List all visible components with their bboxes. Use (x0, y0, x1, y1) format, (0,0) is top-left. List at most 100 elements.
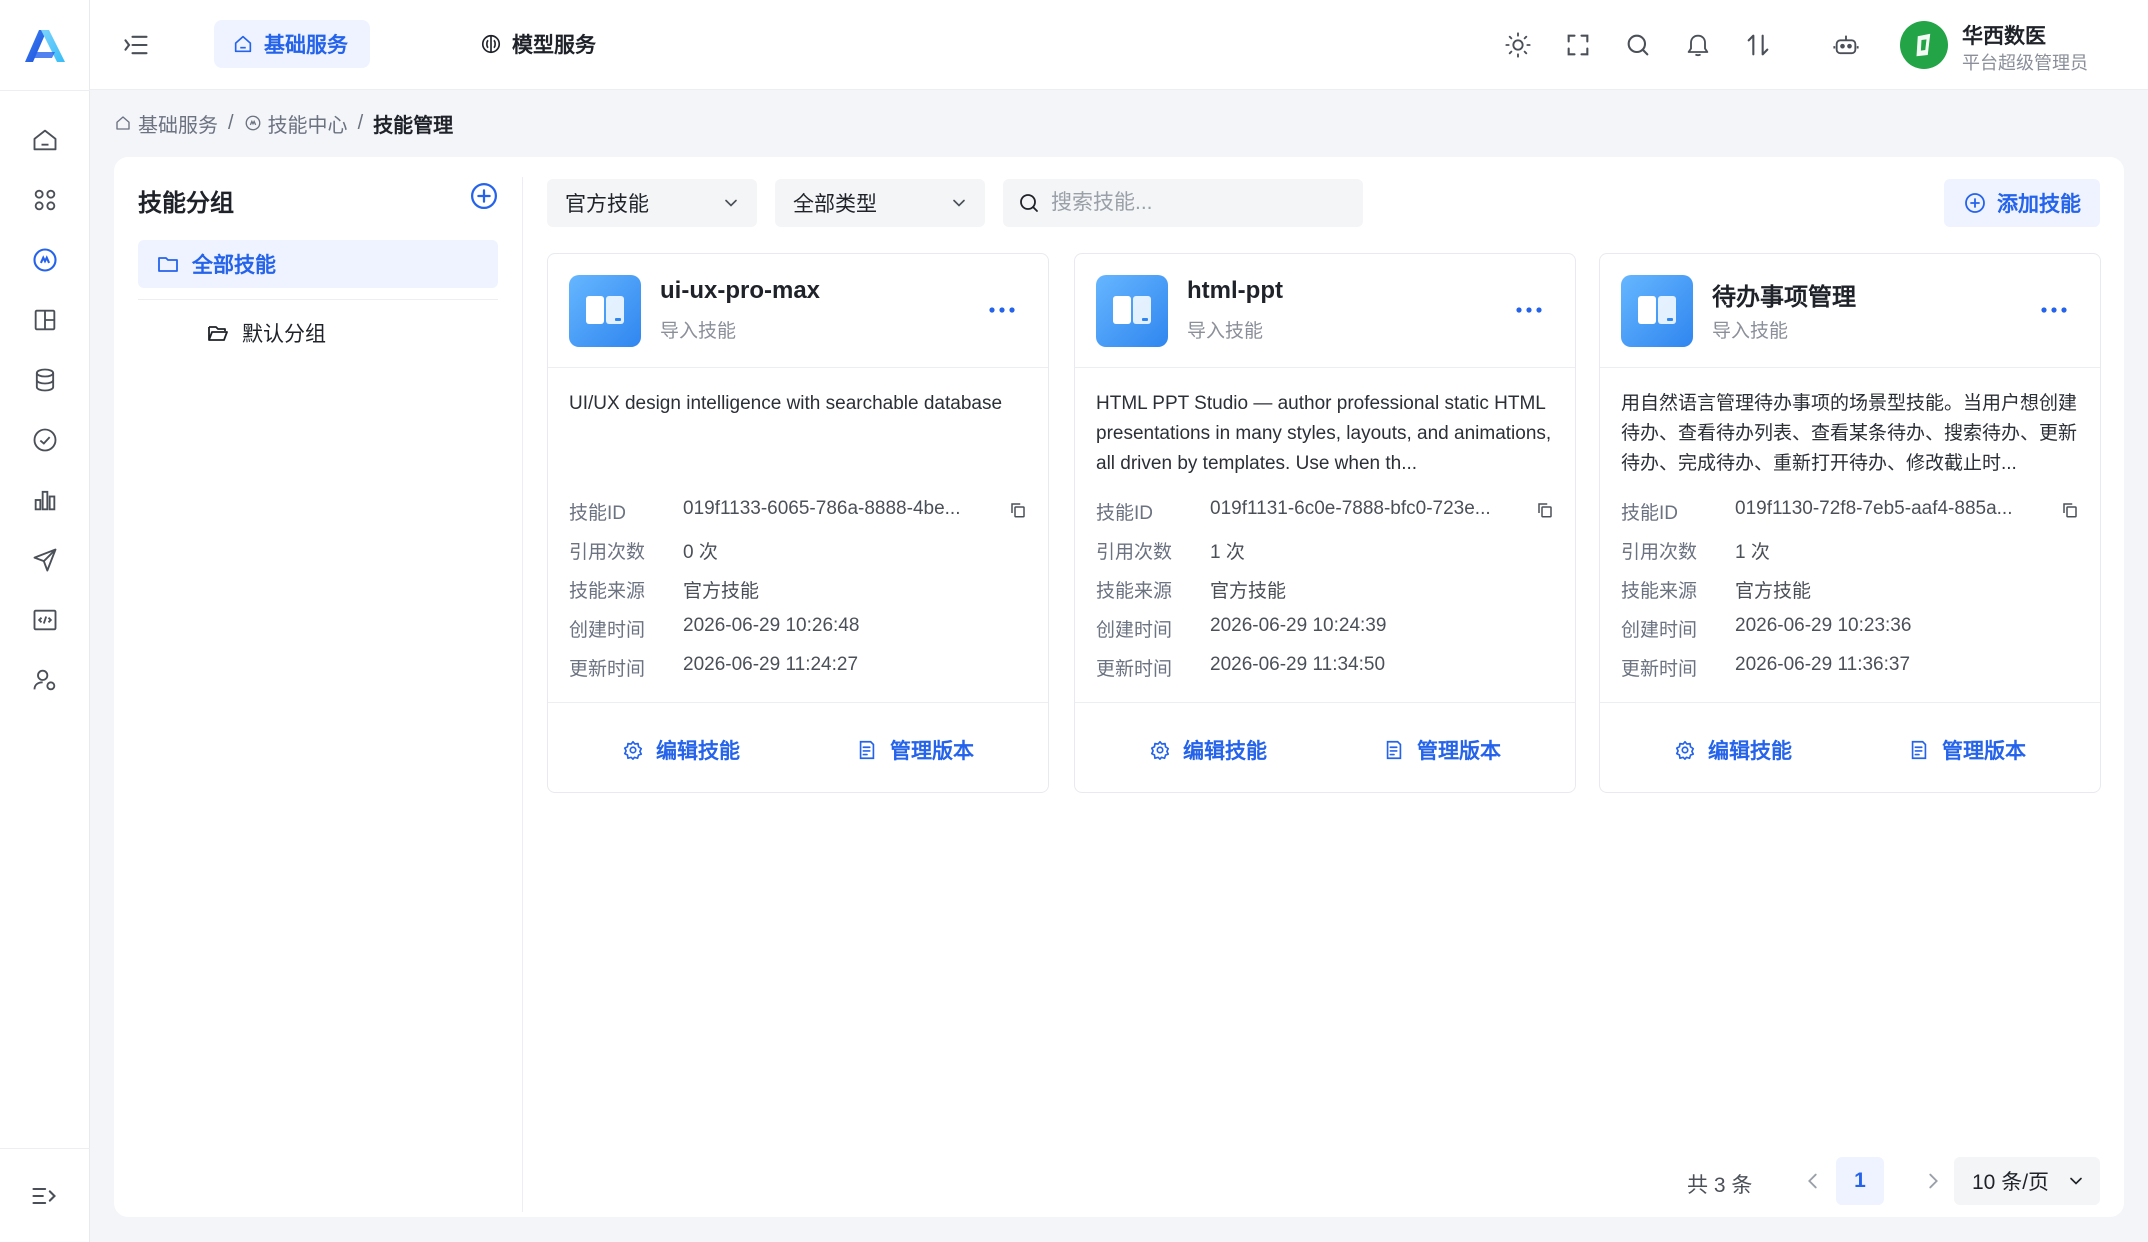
manage-versions-button[interactable]: 管理版本 (856, 732, 974, 768)
meta-label: 更新时间 (569, 659, 646, 680)
skill-description: HTML PPT Studio — author professional st… (1096, 393, 1552, 474)
skill-card[interactable]: ui-ux-pro-max 导入技能 UI/UX design intellig… (547, 253, 1049, 793)
ai-assistant-button[interactable] (1831, 30, 1861, 60)
skill-center-icon (33, 248, 57, 272)
next-page-button[interactable] (1909, 1157, 1957, 1205)
sidebar-item-user-settings[interactable] (0, 650, 90, 710)
gear-icon (1675, 740, 1695, 760)
skill-book-icon (1096, 275, 1168, 347)
group-panel-title: 技能分组 (138, 190, 234, 217)
skill-updated: 2026-06-29 11:34:50 (1210, 654, 1386, 675)
skill-created: 2026-06-29 10:23:36 (1735, 615, 1912, 636)
sidebar-item-skill-center[interactable] (0, 230, 90, 290)
card-divider (548, 367, 1048, 368)
skill-name: 待办事项管理 (1712, 284, 1856, 311)
breadcrumb-separator: / (357, 111, 364, 134)
search-icon (1020, 194, 1038, 212)
sidebar-item-layout[interactable] (0, 290, 90, 350)
group-item-default[interactable]: 默认分组 (138, 309, 498, 357)
select-value: 官方技能 (565, 193, 649, 216)
meta-label: 技能ID (1621, 503, 1679, 524)
tab-basic-services[interactable]: 基础服务 (214, 20, 370, 68)
meta-label: 创建时间 (1096, 620, 1173, 641)
group-item-all-skills[interactable]: 全部技能 (138, 240, 498, 288)
previous-page-button[interactable] (1789, 1157, 1837, 1205)
sidebar-item-tasks[interactable] (0, 410, 90, 470)
collapse-sidebar-icon[interactable] (30, 1182, 58, 1210)
sidebar-item-apps[interactable] (0, 170, 90, 230)
global-search-button[interactable] (1623, 30, 1653, 60)
skill-description: UI/UX design intelligence with searchabl… (569, 393, 1003, 414)
skill-created: 2026-06-29 10:24:39 (1210, 615, 1387, 636)
breadcrumb-label: 基础服务 (138, 114, 218, 137)
add-group-icon[interactable] (469, 181, 499, 211)
sidebar-item-home[interactable] (0, 110, 90, 170)
meta-row-updated: 更新时间 2026-06-29 11:34:50 (1096, 650, 1556, 680)
robot-icon (1833, 35, 1859, 55)
edit-skill-button[interactable]: 编辑技能 (1674, 732, 1792, 768)
breadcrumb-item-basic-services[interactable]: 基础服务 (114, 109, 218, 138)
menu-toggle-icon[interactable] (122, 31, 150, 59)
edit-skill-label: 编辑技能 (1708, 740, 1792, 763)
sidebar-item-stats[interactable] (0, 470, 90, 530)
meta-label: 引用次数 (569, 542, 646, 563)
add-skill-button[interactable]: 添加技能 (1944, 179, 2100, 227)
manage-versions-button[interactable]: 管理版本 (1908, 732, 2026, 768)
sidebar-bottom-divider (0, 1148, 90, 1149)
breadcrumb-separator: / (228, 111, 234, 134)
sidebar-nav (0, 110, 90, 710)
meta-label: 技能来源 (569, 581, 646, 602)
home-icon (234, 35, 252, 53)
tab-label: 基础服务 (264, 34, 348, 57)
card-divider (1600, 367, 2100, 368)
page-size-select[interactable]: 10 条/页 (1954, 1157, 2100, 1205)
card-divider (548, 702, 1048, 703)
theme-toggle-button[interactable] (1503, 30, 1533, 60)
skill-source: 官方技能 (683, 581, 760, 602)
meta-row-source: 技能来源 官方技能 (1096, 572, 1556, 602)
type-filter-select[interactable]: 全部类型 (775, 179, 985, 227)
edit-skill-button[interactable]: 编辑技能 (622, 732, 740, 768)
copy-icon[interactable] (1009, 501, 1027, 519)
more-options-icon[interactable] (1513, 298, 1545, 322)
meta-row-id: 技能ID 019f1130-72f8-7eb5-aaf4-885a... (1621, 494, 2081, 524)
sidebar-item-database[interactable] (0, 350, 90, 410)
gear-icon (623, 740, 643, 760)
skill-refs: 1 次 (1735, 542, 1770, 563)
skill-search-input[interactable] (1051, 191, 1351, 215)
skill-card[interactable]: 待办事项管理 导入技能 用自然语言管理待办事项的场景型技能。当用户想创建待办、查… (1599, 253, 2101, 793)
page-number-button[interactable]: 1 (1836, 1157, 1884, 1205)
sort-button[interactable] (1743, 30, 1773, 60)
tab-model-services[interactable]: 模型服务 (470, 20, 630, 68)
group-divider (138, 299, 498, 300)
meta-label: 更新时间 (1096, 659, 1173, 680)
more-options-icon[interactable] (986, 298, 1018, 322)
meta-label: 技能ID (1096, 503, 1154, 524)
avatar[interactable] (1900, 21, 1948, 69)
group-item-label: 全部技能 (192, 254, 276, 277)
meta-row-refs: 引用次数 1 次 (1621, 533, 2081, 563)
breadcrumb-item-skill-center[interactable]: 技能中心 (244, 109, 348, 138)
copy-icon[interactable] (2061, 501, 2079, 519)
fullscreen-button[interactable] (1563, 30, 1593, 60)
meta-row-refs: 引用次数 0 次 (569, 533, 1029, 563)
user-settings-icon (33, 669, 56, 691)
home-icon (116, 116, 130, 130)
app-logo[interactable] (21, 26, 69, 66)
notifications-button[interactable] (1683, 30, 1713, 60)
check-circle-icon (33, 428, 57, 452)
manage-versions-button[interactable]: 管理版本 (1383, 732, 1501, 768)
edit-skill-label: 编辑技能 (1183, 740, 1267, 763)
edit-skill-button[interactable]: 编辑技能 (1149, 732, 1267, 768)
sidebar-item-code[interactable] (0, 590, 90, 650)
skill-card[interactable]: html-ppt 导入技能 HTML PPT Studio — author p… (1074, 253, 1576, 793)
add-skill-label: 添加技能 (1997, 193, 2081, 216)
skill-subtitle: 导入技能 (1712, 321, 1789, 342)
sidebar-item-publish[interactable] (0, 530, 90, 590)
copy-icon[interactable] (1536, 501, 1554, 519)
more-options-icon[interactable] (2038, 298, 2070, 322)
meta-label: 引用次数 (1621, 542, 1698, 563)
chevron-left-icon (1808, 1173, 1817, 1189)
skill-source: 官方技能 (1210, 581, 1287, 602)
source-filter-select[interactable]: 官方技能 (547, 179, 757, 227)
